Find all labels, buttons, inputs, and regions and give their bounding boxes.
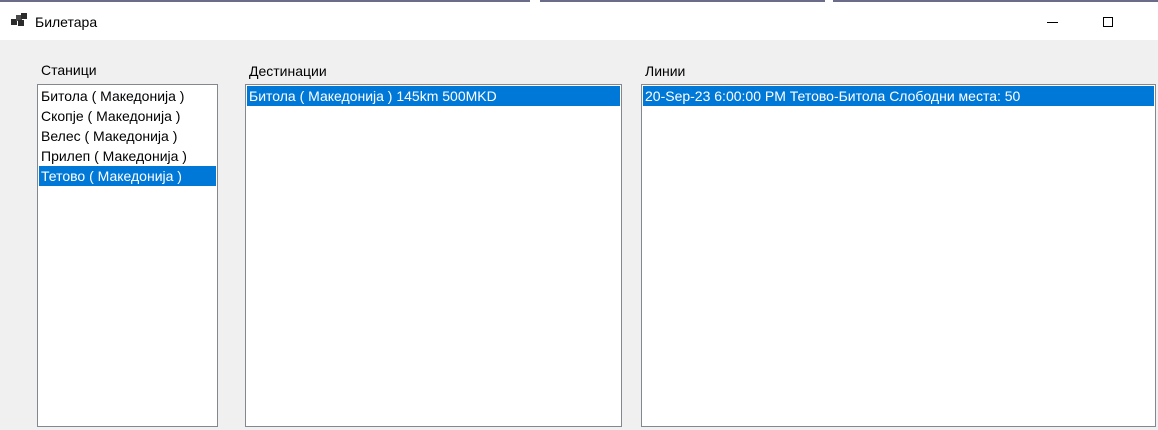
station-list-item[interactable]: Скопје ( Македонија ) <box>39 106 216 126</box>
line-list-item[interactable]: 20-Sep-23 6:00:00 PM Тетово-Битола Слобо… <box>643 86 1154 106</box>
window-title: Билетара <box>35 14 98 30</box>
lines-list: 20-Sep-23 6:00:00 PM Тетово-Битола Слобо… <box>642 85 1155 107</box>
maximize-icon <box>1103 17 1113 27</box>
destinations-listbox[interactable]: Битола ( Македонија ) 145km 500MKD <box>245 84 622 427</box>
stations-list: Битола ( Македонија ) Скопје ( Македонија… <box>38 85 217 187</box>
title-bar[interactable]: Билетара <box>0 3 1158 40</box>
station-list-item[interactable]: Тетово ( Македонија ) <box>39 166 216 186</box>
stations-listbox[interactable]: Битола ( Македонија ) Скопје ( Македонија… <box>37 84 218 427</box>
app-window: Билетара Станици Битола ( Македонија ) Ск… <box>0 0 1158 430</box>
maximize-button[interactable] <box>1085 6 1131 38</box>
destinations-list: Битола ( Македонија ) 145km 500MKD <box>246 85 621 107</box>
minimize-icon <box>1046 21 1058 23</box>
lines-label: Линии <box>645 63 686 79</box>
app-windows-icon <box>11 13 27 27</box>
stations-label: Станици <box>41 62 97 78</box>
destinations-label: Дестинации <box>249 63 327 79</box>
station-list-item[interactable]: Битола ( Македонија ) <box>39 86 216 106</box>
station-list-item[interactable]: Велес ( Македонија ) <box>39 126 216 146</box>
lines-listbox[interactable]: 20-Sep-23 6:00:00 PM Тетово-Битола Слобо… <box>641 84 1156 427</box>
station-list-item[interactable]: Прилеп ( Македонија ) <box>39 146 216 166</box>
destination-list-item[interactable]: Битола ( Македонија ) 145km 500MKD <box>247 86 620 106</box>
minimize-button[interactable] <box>1029 6 1075 38</box>
